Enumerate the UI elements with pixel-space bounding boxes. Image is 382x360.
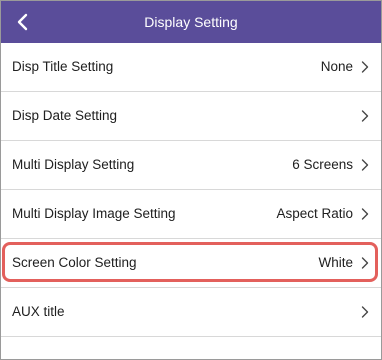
setting-row-screen-color[interactable]: Screen Color Setting White [1,239,381,288]
setting-label: Screen Color Setting [12,255,137,270]
screen-frame: Display Setting Disp Title Setting None … [0,0,382,360]
setting-row-disp-title[interactable]: Disp Title Setting None [1,43,381,92]
page-title: Display Setting [144,14,238,30]
chevron-right-icon [361,208,369,220]
setting-label: Multi Display Image Setting [12,206,176,221]
chevron-left-icon [17,13,28,31]
setting-value: White [318,255,353,270]
app-header: Display Setting [1,1,381,43]
setting-label: Disp Date Setting [12,108,118,123]
chevron-right-icon [361,110,369,122]
setting-row-multi-display[interactable]: Multi Display Setting 6 Screens [1,141,381,190]
chevron-right-icon [361,159,369,171]
chevron-right-icon [361,61,369,73]
chevron-right-icon [361,257,369,269]
setting-row-disp-date[interactable]: Disp Date Setting [1,92,381,141]
back-button[interactable] [5,5,39,39]
setting-row-aux-title[interactable]: AUX title [1,288,381,337]
setting-label: Multi Display Setting [12,157,135,172]
settings-list: Disp Title Setting None Disp Date Settin… [1,43,381,359]
setting-row-partial[interactable] [1,337,381,359]
setting-value: 6 Screens [292,157,353,172]
setting-label: AUX title [12,304,65,319]
setting-value: None [320,59,353,74]
setting-label: Disp Title Setting [12,59,114,74]
setting-row-multi-display-image[interactable]: Multi Display Image Setting Aspect Ratio [1,190,381,239]
chevron-right-icon [361,306,369,318]
setting-value: Aspect Ratio [276,206,353,221]
